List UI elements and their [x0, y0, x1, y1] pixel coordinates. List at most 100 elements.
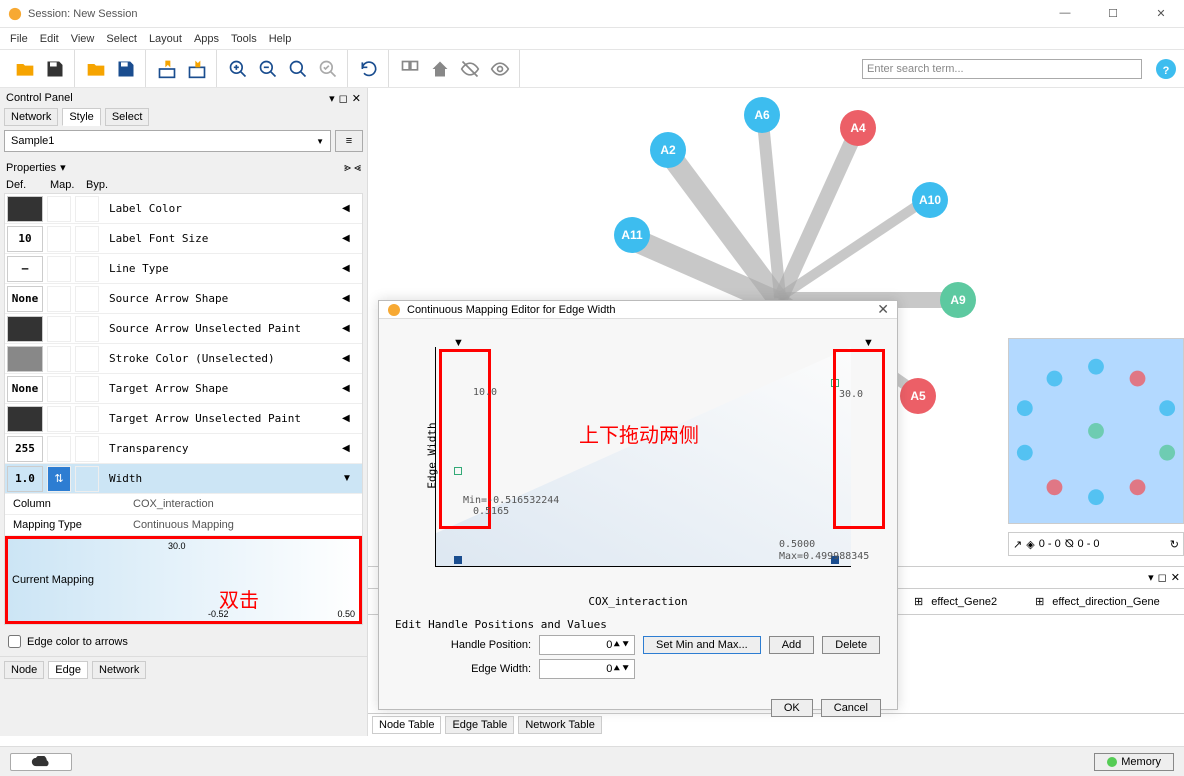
default-value-cell[interactable] — [7, 346, 43, 372]
menu-file[interactable]: File — [4, 31, 34, 47]
default-value-cell[interactable]: 1.0 — [7, 466, 43, 492]
network-node[interactable]: A2 — [650, 132, 686, 168]
menu-layout[interactable]: Layout — [143, 31, 188, 47]
handle-position-input[interactable]: 0 ⯅⯆ — [539, 635, 635, 655]
handle-marker-right-top[interactable]: ▼ — [863, 337, 874, 349]
expand-arrow-icon[interactable]: ◀ — [342, 443, 362, 454]
refresh-stats-icon[interactable]: ↻ — [1170, 538, 1179, 551]
mapping-cell[interactable] — [47, 436, 71, 462]
bypass-cell[interactable] — [75, 196, 99, 222]
property-row[interactable]: Target Arrow Unselected Paint◀ — [5, 404, 362, 434]
zoom-selected-icon[interactable] — [315, 56, 341, 82]
ok-button[interactable]: OK — [771, 699, 813, 717]
expand-arrow-icon[interactable]: ◀ — [342, 383, 362, 394]
edge-color-to-arrows-checkbox[interactable] — [8, 635, 21, 648]
save-session-icon[interactable] — [42, 56, 68, 82]
edge-width-input[interactable]: 0 ⯅⯆ — [539, 659, 635, 679]
property-row[interactable]: 1.0⇅Width▼ — [5, 464, 362, 494]
birds-eye-view[interactable] — [1008, 338, 1184, 524]
mapping-cell[interactable] — [47, 226, 71, 252]
expand-arrow-icon[interactable]: ◀ — [342, 203, 362, 214]
property-row[interactable]: Label Color◀ — [5, 194, 362, 224]
network-node[interactable]: A11 — [614, 217, 650, 253]
zoom-out-icon[interactable] — [255, 56, 281, 82]
mapping-cell[interactable] — [47, 286, 71, 312]
mapping-cell[interactable] — [47, 376, 71, 402]
mapping-chart[interactable] — [435, 347, 851, 567]
open-session-icon[interactable] — [12, 56, 38, 82]
network-node[interactable]: A6 — [744, 97, 780, 133]
help-icon[interactable]: ? — [1154, 57, 1178, 81]
expand-arrow-icon[interactable]: ◀ — [342, 263, 362, 274]
tab-edge[interactable]: Edge — [48, 661, 88, 679]
expand-arrow-icon[interactable]: ◀ — [342, 233, 362, 244]
table-float-icon[interactable]: ◻ — [1158, 571, 1167, 584]
import-table-icon[interactable] — [154, 56, 180, 82]
delete-handle-button[interactable]: Delete — [822, 636, 880, 654]
bypass-cell[interactable] — [75, 346, 99, 372]
mapping-cell[interactable] — [47, 346, 71, 372]
style-options-button[interactable]: ≡ — [335, 130, 363, 152]
dock-dropdown-icon[interactable]: ▾ — [329, 92, 335, 105]
expand-arrow-icon[interactable]: ◀ — [342, 293, 362, 304]
close-button[interactable]: ✕ — [1146, 7, 1176, 20]
menu-edit[interactable]: Edit — [34, 31, 65, 47]
first-neighbors-icon[interactable] — [397, 56, 423, 82]
float-icon[interactable]: ◻ — [339, 92, 348, 105]
property-row[interactable]: NoneSource Arrow Shape◀ — [5, 284, 362, 314]
network-node[interactable]: A4 — [840, 110, 876, 146]
show-icon[interactable] — [487, 56, 513, 82]
properties-label[interactable]: Properties — [6, 162, 56, 174]
default-value-cell[interactable] — [7, 316, 43, 342]
tab-network[interactable]: Network — [4, 108, 58, 126]
network-node[interactable]: A10 — [912, 182, 948, 218]
export-graph-icon[interactable]: ↗ — [1013, 538, 1022, 551]
home-icon[interactable] — [427, 56, 453, 82]
menu-tools[interactable]: Tools — [225, 31, 263, 47]
bypass-cell[interactable] — [75, 256, 99, 282]
mapping-cell[interactable] — [47, 406, 71, 432]
export-table-icon[interactable] — [184, 56, 210, 82]
property-row[interactable]: —Line Type◀ — [5, 254, 362, 284]
bypass-cell[interactable] — [75, 466, 99, 492]
menu-help[interactable]: Help — [263, 31, 298, 47]
mapping-cell[interactable] — [47, 316, 71, 342]
expand-all-icon[interactable]: ⪢ ⪡ — [344, 160, 361, 175]
property-row[interactable]: 255Transparency◀ — [5, 434, 362, 464]
default-value-cell[interactable]: None — [7, 376, 43, 402]
default-value-cell[interactable] — [7, 406, 43, 432]
style-select[interactable]: Sample1 ▼ — [4, 130, 331, 152]
default-value-cell[interactable]: 10 — [7, 226, 43, 252]
hide-icon[interactable] — [457, 56, 483, 82]
mapping-cell[interactable] — [47, 256, 71, 282]
menu-apps[interactable]: Apps — [188, 31, 225, 47]
network-node[interactable]: A5 — [900, 378, 936, 414]
reload-icon[interactable] — [356, 56, 382, 82]
set-min-max-button[interactable]: Set Min and Max... — [643, 636, 761, 654]
mapping-cell[interactable] — [47, 196, 71, 222]
zoom-in-icon[interactable] — [225, 56, 251, 82]
tab-node[interactable]: Node — [4, 661, 44, 679]
tab-network2[interactable]: Network — [92, 661, 146, 679]
bypass-cell[interactable] — [75, 286, 99, 312]
add-handle-button[interactable]: Add — [769, 636, 815, 654]
default-value-cell[interactable]: None — [7, 286, 43, 312]
bypass-cell[interactable] — [75, 226, 99, 252]
table-dock-icon[interactable]: ▾ — [1148, 571, 1154, 584]
default-value-cell[interactable]: 255 — [7, 436, 43, 462]
expand-arrow-icon[interactable]: ◀ — [342, 353, 362, 364]
memory-button[interactable]: Memory — [1094, 753, 1174, 771]
bypass-cell[interactable] — [75, 406, 99, 432]
cloud-button[interactable] — [10, 753, 72, 771]
cancel-button[interactable]: Cancel — [821, 699, 881, 717]
zoom-fit-icon[interactable] — [285, 56, 311, 82]
table-col-effect-direction[interactable]: effect_direction_Gene — [1052, 596, 1159, 608]
thumb-left[interactable] — [454, 556, 462, 564]
properties-dropdown-icon[interactable]: ▾ — [60, 161, 66, 174]
maximize-button[interactable]: ☐ — [1098, 7, 1128, 20]
bypass-cell[interactable] — [75, 316, 99, 342]
property-row[interactable]: 10Label Font Size◀ — [5, 224, 362, 254]
default-value-cell[interactable]: — — [7, 256, 43, 282]
expand-arrow-icon[interactable]: ▼ — [342, 473, 362, 484]
table-close-icon[interactable]: ✕ — [1171, 571, 1180, 584]
